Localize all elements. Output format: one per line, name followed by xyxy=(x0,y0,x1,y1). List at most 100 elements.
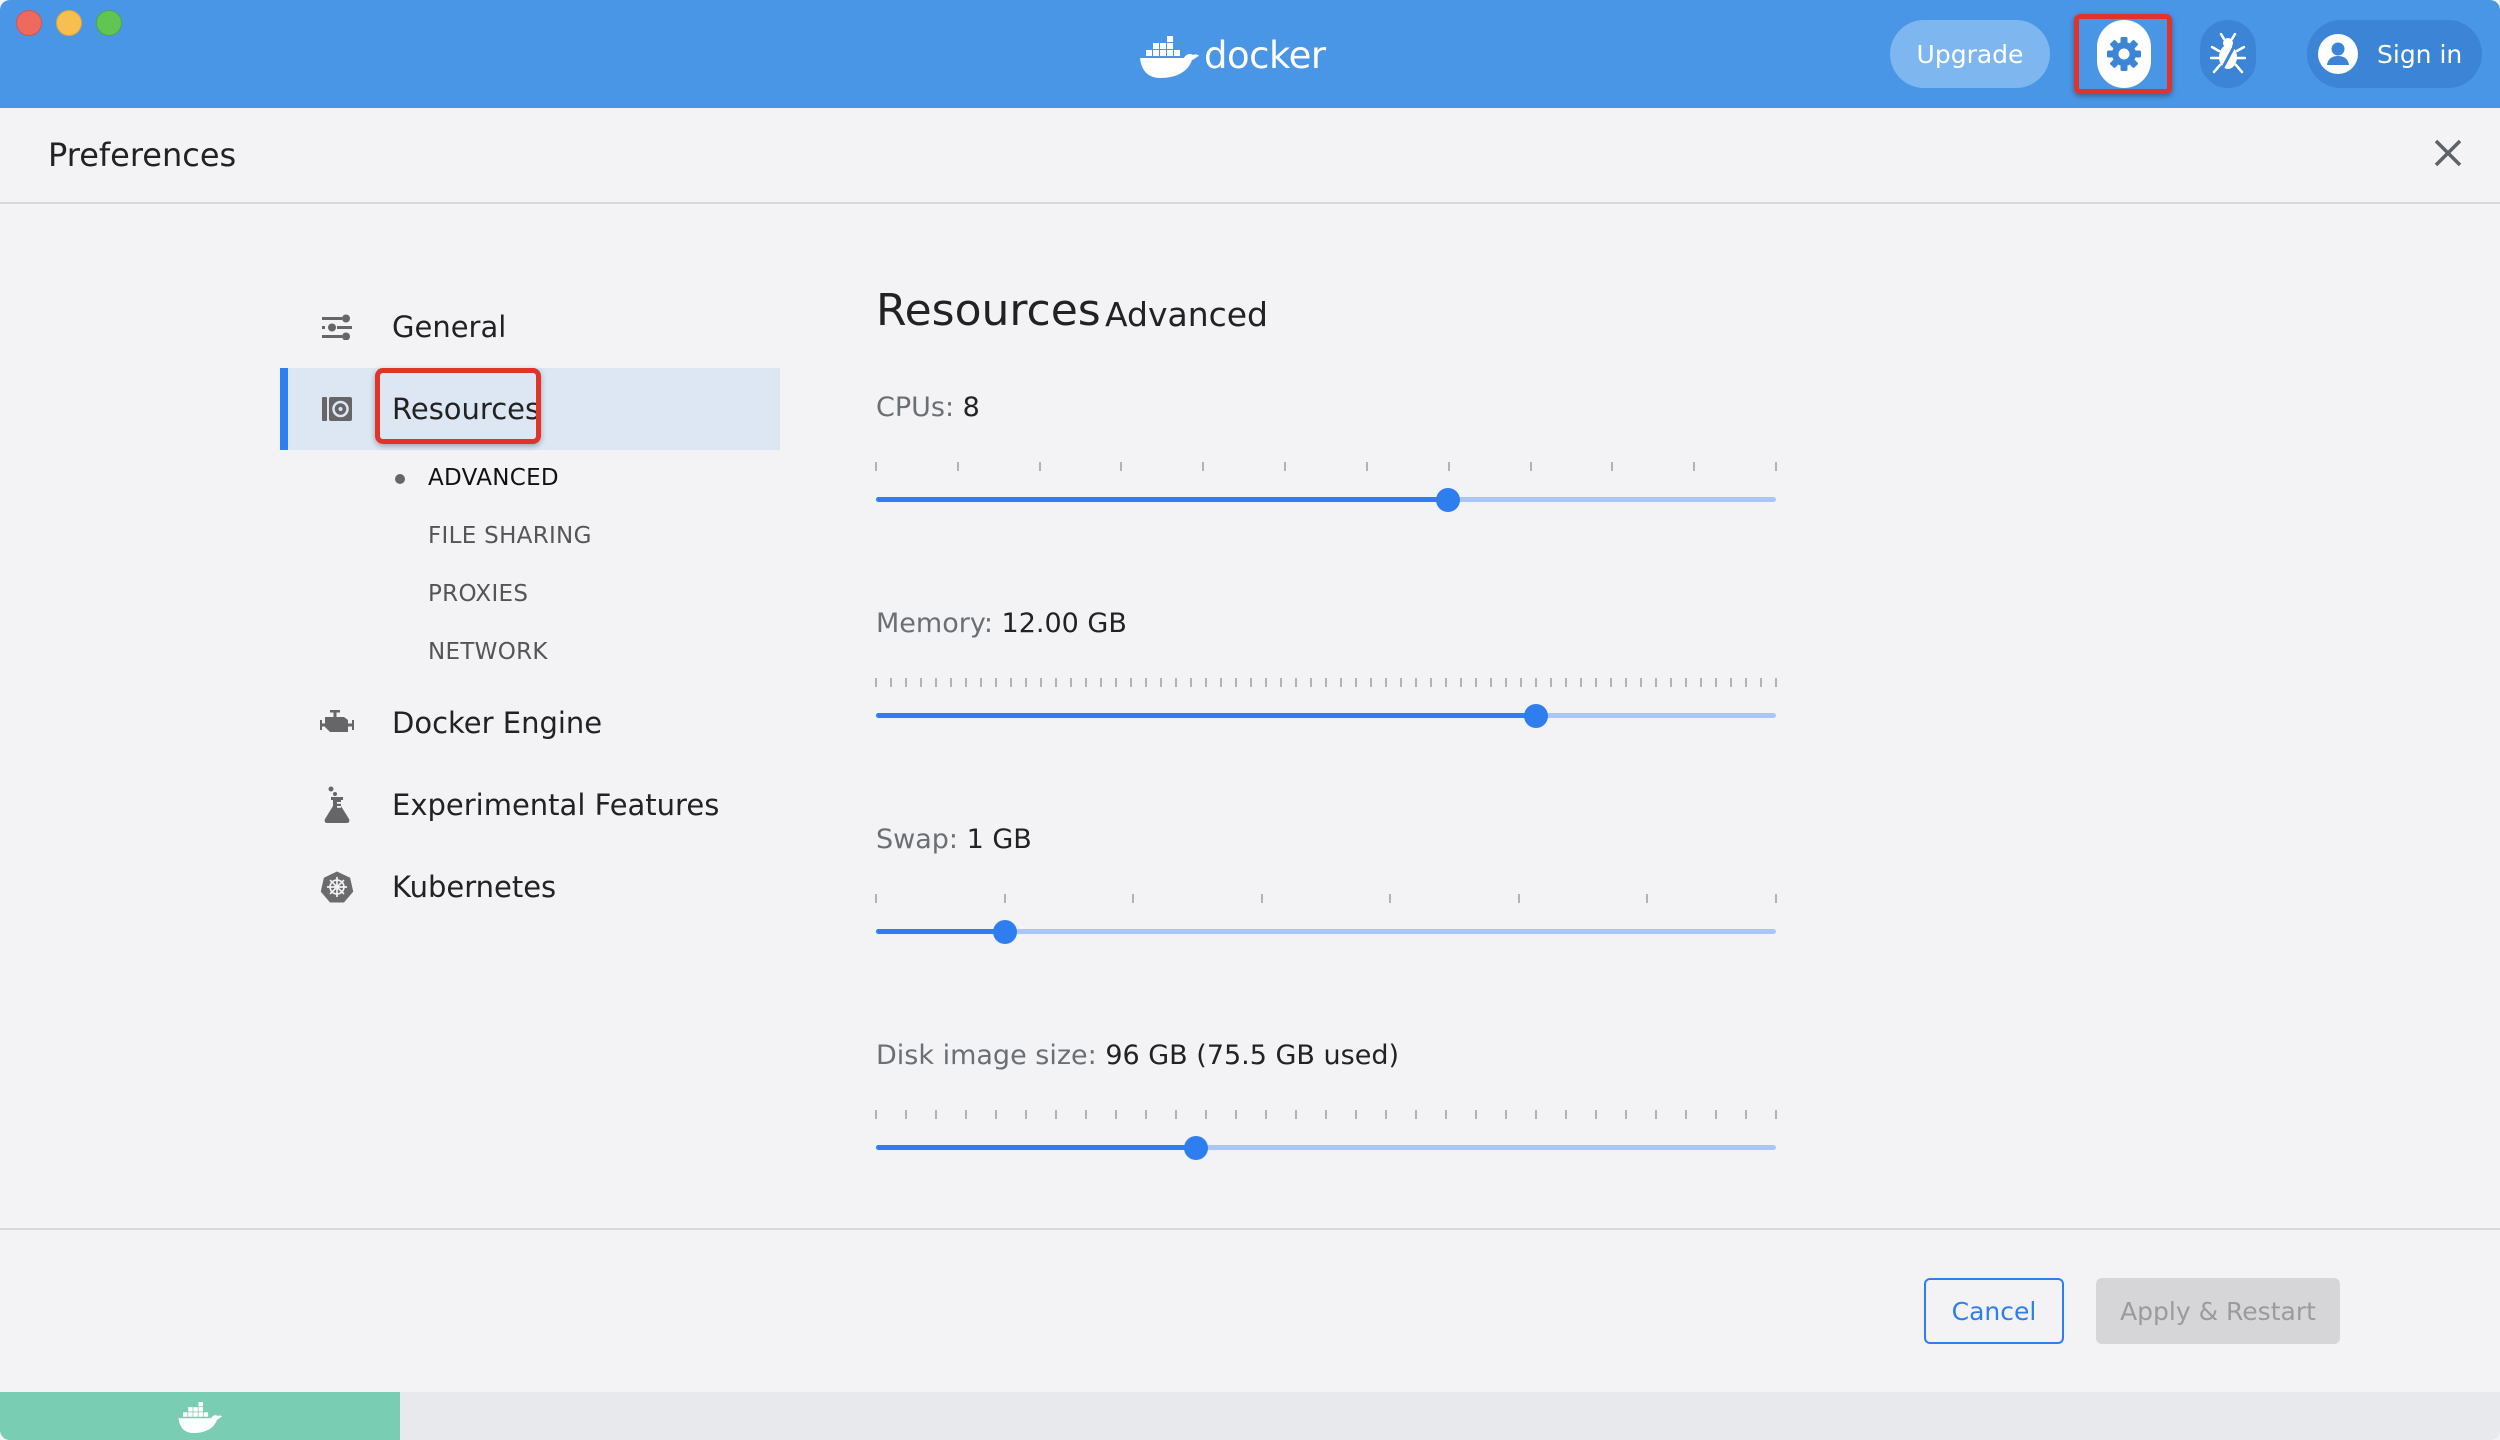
slider-tick xyxy=(1025,1110,1027,1119)
slider-tick xyxy=(1389,894,1392,903)
sidebar-item-label: Docker Engine xyxy=(392,706,603,740)
disk-image-size-slider[interactable] xyxy=(875,1110,1777,1190)
slider-tick xyxy=(1685,678,1687,687)
memory-value: 12.00 GB xyxy=(1001,608,1127,639)
cancel-button[interactable]: Cancel xyxy=(1924,1278,2064,1344)
slider-label-text: CPUs: xyxy=(876,392,955,423)
resources-icon xyxy=(320,392,354,426)
slider-tick xyxy=(1355,1110,1357,1119)
slider-tick xyxy=(875,678,877,687)
slider-tick xyxy=(1517,894,1520,903)
slider-tick xyxy=(1400,678,1402,687)
docker-whale-icon xyxy=(1140,36,1199,78)
sidebar-item-experimental-features[interactable]: Experimental Features xyxy=(280,764,780,846)
sidebar-item-kubernetes[interactable]: Kubernetes xyxy=(280,846,780,928)
slider-tick xyxy=(1260,894,1263,903)
slider-tick xyxy=(1550,678,1552,687)
swap-slider[interactable] xyxy=(875,894,1777,974)
close-preferences-button[interactable] xyxy=(2430,135,2466,171)
slider-tick xyxy=(1175,1110,1177,1119)
slider-tick xyxy=(1280,678,1282,687)
slider-tick xyxy=(1385,678,1387,687)
slider-tick xyxy=(875,894,877,903)
memory-slider[interactable] xyxy=(875,678,1777,758)
slider-thumb[interactable] xyxy=(1184,1136,1209,1160)
slider-label-text: Disk image size: xyxy=(876,1040,1097,1071)
slider-tick xyxy=(1085,1110,1087,1119)
slider-tick xyxy=(1595,1110,1597,1119)
upgrade-button[interactable]: Upgrade xyxy=(1890,20,2050,88)
window-minimize-button[interactable] xyxy=(56,10,82,36)
slider-tick xyxy=(1175,678,1177,687)
slider-tick xyxy=(1038,462,1041,471)
slider-tick xyxy=(1625,1110,1627,1119)
slider-tick xyxy=(1115,1110,1117,1119)
engine-status-indicator[interactable] xyxy=(0,1392,400,1440)
slider-tick xyxy=(1475,678,1477,687)
sidebar-item-label: General xyxy=(392,310,507,344)
slider-tick xyxy=(1693,462,1696,471)
slider-tick xyxy=(1775,678,1777,687)
slider-tick xyxy=(1325,1110,1327,1119)
docker-logo: docker xyxy=(1138,30,1326,80)
slider-tick xyxy=(1365,462,1368,471)
slider-tick xyxy=(1535,678,1537,687)
slider-tick xyxy=(1010,678,1012,687)
slider-thumb[interactable] xyxy=(1436,488,1461,512)
slider-tick xyxy=(1295,1110,1297,1119)
slider-tick xyxy=(935,678,937,687)
docker-whale-icon xyxy=(178,1401,223,1433)
slider-tick xyxy=(995,1110,997,1119)
disk-image-size-label: Disk image size: 96 GB (75.5 GB used) xyxy=(876,1040,1399,1071)
disk-image-size-value: 96 GB (75.5 GB used) xyxy=(1105,1040,1400,1071)
slider-tick xyxy=(1040,678,1042,687)
slider-tick xyxy=(1670,678,1672,687)
slider-tick xyxy=(1640,678,1642,687)
slider-tick xyxy=(1595,678,1597,687)
slider-tick xyxy=(1535,1110,1537,1119)
sidebar-subitem-network[interactable]: NETWORK xyxy=(428,639,548,665)
sidebar-subitem-proxies[interactable]: PROXIES xyxy=(428,581,528,607)
slider-tick xyxy=(1145,678,1147,687)
slider-tick xyxy=(980,678,982,687)
window-zoom-button[interactable] xyxy=(96,10,122,36)
sidebar-item-label: Kubernetes xyxy=(392,870,557,904)
bug-icon xyxy=(2210,33,2246,74)
slider-tick xyxy=(965,678,967,687)
slider-tick xyxy=(1003,894,1006,903)
sign-in-button[interactable]: Sign in xyxy=(2307,20,2482,88)
sidebar-item-general[interactable]: General xyxy=(280,286,780,368)
slider-tick xyxy=(1115,678,1117,687)
slider-tick xyxy=(1130,678,1132,687)
slider-tick xyxy=(995,678,997,687)
slider-tick xyxy=(950,678,952,687)
sidebar-item-docker-engine[interactable]: Docker Engine xyxy=(280,682,780,764)
slider-tick xyxy=(1730,678,1732,687)
slider-tick xyxy=(1775,894,1777,903)
window-close-button[interactable] xyxy=(16,10,42,36)
cpus-value: 8 xyxy=(962,392,980,423)
slider-fill xyxy=(876,713,1536,718)
sidebar-subitem-file-sharing[interactable]: FILE SHARING xyxy=(428,523,592,549)
slider-tick xyxy=(1760,678,1762,687)
slider-tick xyxy=(1520,678,1522,687)
slider-tick xyxy=(1265,1110,1267,1119)
slider-thumb[interactable] xyxy=(992,920,1017,944)
slider-thumb[interactable] xyxy=(1523,704,1548,728)
troubleshoot-button[interactable] xyxy=(2200,20,2256,88)
app-name: docker xyxy=(1204,33,1326,77)
cpus-slider[interactable] xyxy=(875,462,1777,542)
apply-restart-button[interactable]: Apply & Restart xyxy=(2096,1278,2340,1344)
slider-tick xyxy=(1611,462,1614,471)
slider-fill xyxy=(876,929,1005,934)
slider-tick xyxy=(875,1110,877,1119)
slider-tick xyxy=(1055,678,1057,687)
slider-tick xyxy=(1025,678,1027,687)
slider-tick xyxy=(1610,678,1612,687)
slider-tick xyxy=(1370,678,1372,687)
sidebar-subitem-advanced[interactable]: ADVANCED xyxy=(428,465,559,491)
slider-tick xyxy=(1715,1110,1717,1119)
swap-label: Swap: 1 GB xyxy=(876,824,1032,855)
engine-icon xyxy=(320,706,354,740)
slider-tick xyxy=(1580,678,1582,687)
